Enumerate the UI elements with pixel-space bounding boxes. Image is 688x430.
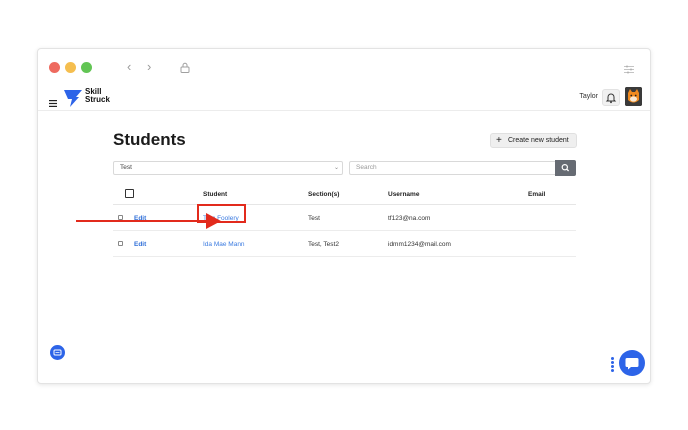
student-username: tf123@na.com <box>388 215 431 222</box>
minimize-window-button[interactable] <box>65 62 76 73</box>
chevron-right-icon[interactable]: › <box>147 60 151 74</box>
search-icon <box>561 163 570 172</box>
lock-icon <box>180 60 190 78</box>
notifications-button[interactable] <box>602 89 620 106</box>
annotation-arrow-line <box>76 220 208 222</box>
annotation-highlight-box <box>197 204 246 223</box>
create-new-student-button[interactable]: + Create new student <box>490 133 577 148</box>
column-header-student[interactable]: Student <box>203 191 227 198</box>
skillstruck-logo-icon[interactable] <box>63 88 83 113</box>
browser-window: ‹ › Skill Struck Taylor Students + Creat… <box>37 48 651 384</box>
student-sections: Test, Test2 <box>308 241 339 248</box>
chat-button[interactable] <box>619 350 645 376</box>
chevron-down-icon: ⌄ <box>333 165 339 171</box>
table-row: Edit Ida Mae Mann Test, Test2 idmm1234@m… <box>113 231 576 257</box>
search-button[interactable] <box>555 160 576 176</box>
chat-bubble-icon <box>625 358 639 370</box>
page-title: Students <box>113 130 186 149</box>
search-input[interactable]: Search <box>349 161 556 175</box>
select-all-checkbox[interactable] <box>125 189 134 198</box>
user-name[interactable]: Taylor <box>579 93 598 100</box>
plus-icon: + <box>496 135 502 146</box>
close-window-button[interactable] <box>49 62 60 73</box>
section-select-value: Test <box>120 164 132 171</box>
student-name-link[interactable]: Ida Mae Mann <box>203 241 245 248</box>
section-select[interactable]: Test ⌄ <box>113 161 343 175</box>
column-header-sections[interactable]: Section(s) <box>308 191 339 198</box>
bell-icon <box>605 93 617 104</box>
student-username: idmm1234@mail.com <box>388 241 451 248</box>
app-header: Skill Struck Taylor <box>38 85 650 111</box>
hamburger-menu-icon[interactable] <box>49 94 57 112</box>
row-checkbox[interactable] <box>118 241 123 246</box>
sliders-icon[interactable] <box>624 61 634 79</box>
create-button-label: Create new student <box>508 137 569 144</box>
chevron-left-icon[interactable]: ‹ <box>127 60 131 74</box>
accessibility-icon[interactable] <box>50 345 65 360</box>
table-row: Edit Tom Foolery Test tf123@na.com <box>113 205 576 231</box>
title-bar: ‹ › <box>38 49 650 83</box>
logo-text: Skill Struck <box>85 88 110 104</box>
edit-link[interactable]: Edit <box>134 241 146 248</box>
column-header-email[interactable]: Email <box>528 191 545 198</box>
student-sections: Test <box>308 215 320 222</box>
table-header: Student Section(s) Username Email <box>113 185 576 205</box>
logo-line-2: Struck <box>85 95 110 104</box>
grip-dots-icon[interactable] <box>611 357 615 373</box>
maximize-window-button[interactable] <box>81 62 92 73</box>
column-header-username[interactable]: Username <box>388 191 419 198</box>
avatar[interactable] <box>625 87 642 106</box>
